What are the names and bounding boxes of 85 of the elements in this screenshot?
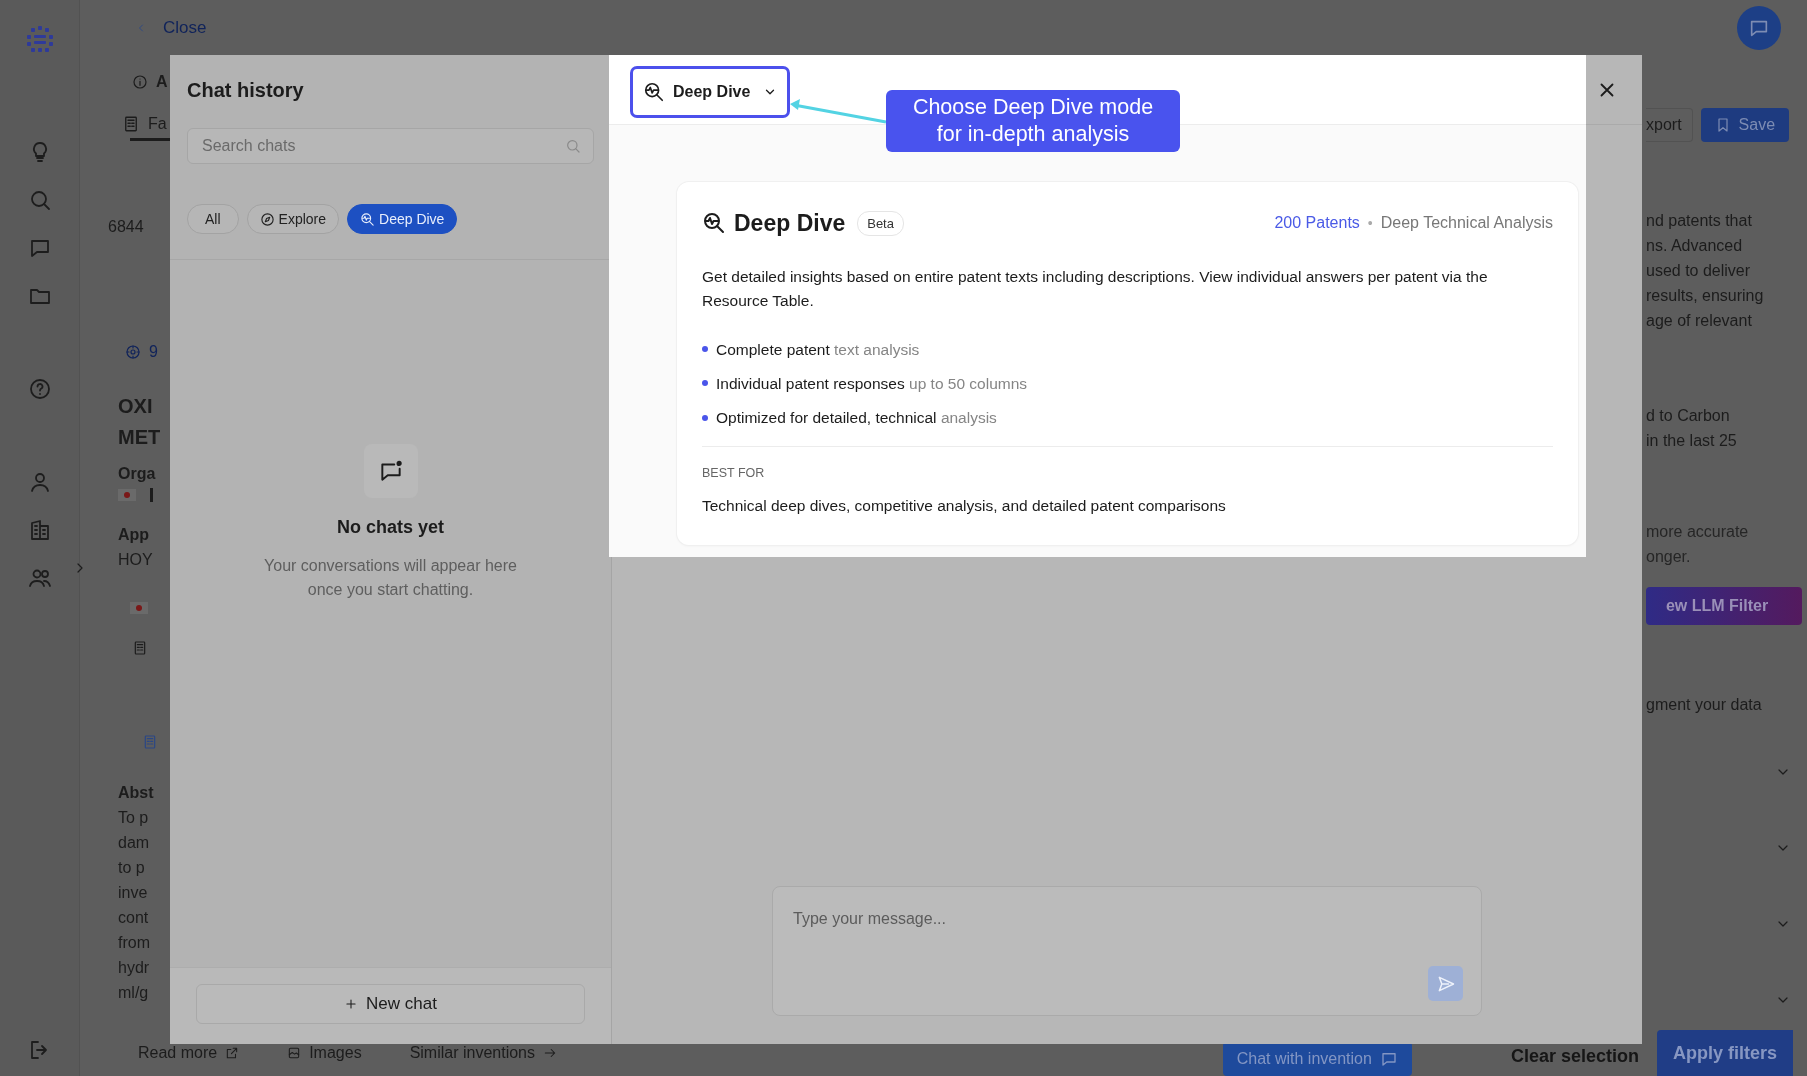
result-number: 9	[149, 342, 158, 362]
beta-tag: Beta	[857, 210, 904, 236]
logo-icon[interactable]	[24, 24, 55, 54]
flag-icon	[130, 602, 148, 614]
field-value: HOY	[118, 550, 153, 570]
close-link[interactable]: Close	[135, 14, 207, 41]
clear-selection-button[interactable]: Clear selection	[1504, 1043, 1645, 1069]
deep-dive-icon	[643, 81, 665, 103]
description-line: results, ensuring	[1646, 286, 1765, 306]
message-field[interactable]: Type your message...	[772, 886, 1482, 1016]
document-icon	[132, 640, 148, 656]
help-icon[interactable]	[27, 377, 52, 401]
feature-text: Optimized for detailed, technical analysis	[716, 408, 997, 428]
bullet-dot	[702, 414, 708, 421]
document-icon	[122, 114, 140, 133]
target-icon	[125, 343, 141, 360]
export-button[interactable]: xport	[1646, 108, 1693, 142]
panel-title: Chat history	[187, 78, 305, 103]
feature-text: Complete patent text analysis	[716, 339, 920, 360]
filter-chip[interactable]: All	[187, 204, 239, 234]
search-icon	[565, 138, 581, 154]
card-description: Get detailed insights based on entire patent texts including descriptions. View individual answers per patent via the Resource Table.	[702, 266, 1489, 311]
empty-message: Your conversations will appear here once you start chatting.	[263, 556, 518, 600]
abstract-line: To p	[118, 808, 149, 828]
apply-filters-button[interactable]: Apply filters	[1656, 1030, 1793, 1076]
card-title: Deep Dive	[734, 209, 846, 238]
description-line: used to deliver	[1646, 261, 1752, 281]
augment-text: gment your data	[1646, 695, 1763, 715]
abstract-line: ml/g	[118, 983, 149, 1003]
description-line: age of relevant	[1646, 311, 1753, 331]
separator: •	[1367, 213, 1373, 233]
title-text: MET	[118, 425, 161, 450]
patent-count: 200 Patents	[1274, 213, 1360, 234]
abstract-line: to p	[118, 858, 145, 878]
save-button[interactable]: Save	[1700, 108, 1790, 142]
field-label: Abst	[118, 783, 154, 803]
bullet-dot	[702, 380, 708, 387]
abstract-line: dam	[118, 833, 150, 853]
info-icon	[132, 73, 148, 90]
abstract-line: inve	[118, 883, 148, 903]
chat-button[interactable]	[1737, 5, 1781, 50]
external-link-icon	[225, 1046, 240, 1060]
read-more-link[interactable]: Read more	[138, 1041, 240, 1065]
tab-label[interactable]: Fa	[148, 111, 167, 136]
hint-line: more accurate	[1646, 522, 1750, 542]
section-label: BEST FOR	[702, 465, 766, 483]
search-field[interactable]: Search chats	[187, 128, 594, 164]
empty-title: No chats yet	[336, 516, 444, 539]
bullet-dot	[702, 346, 708, 353]
search-input[interactable]: Search chats	[200, 133, 565, 159]
abstract-line: hydr	[118, 958, 150, 978]
image-icon	[287, 1046, 302, 1060]
query-line: d to Carbon	[1646, 406, 1731, 426]
abstract-line: cont	[118, 908, 149, 928]
callout-label: Choose Deep Dive mode for in-depth analysis	[886, 90, 1180, 152]
arrow-right-icon	[543, 1046, 557, 1060]
description-line: nd patents that	[1646, 211, 1753, 231]
feature-text: Individual patent responses up to 50 columns	[716, 373, 1028, 394]
similar-inventions-link[interactable]: Similar inventions	[409, 1041, 557, 1065]
flag-icon	[118, 489, 136, 501]
compass-icon	[259, 211, 275, 227]
new-chat-button[interactable]: New chat	[196, 984, 585, 1024]
title-text: OXI	[118, 394, 153, 419]
description-line: ns. Advanced	[1646, 236, 1744, 256]
images-link[interactable]: Images	[287, 1041, 362, 1065]
plus-icon	[344, 997, 359, 1011]
send-button[interactable]	[1428, 966, 1463, 1001]
deep-dive-icon	[360, 211, 376, 227]
result-count: 6844	[108, 217, 144, 237]
chat-icon	[1379, 1050, 1398, 1068]
message-input[interactable]: Type your message...	[791, 905, 1463, 945]
filter-chip[interactable]: Explore	[246, 204, 340, 234]
filter-chip[interactable]: Deep Dive	[347, 204, 458, 234]
field-label: App	[118, 525, 150, 545]
document-icon	[142, 734, 158, 750]
best-for-text: Technical deep dives, competitive analysis, and detailed patent comparisons	[702, 496, 1227, 516]
query-line: in the last 25	[1646, 431, 1738, 451]
analysis-type: Deep Technical Analysis	[1380, 213, 1553, 234]
llm-filter-button[interactable]: ew LLM Filter	[1646, 587, 1802, 625]
deep-dive-icon	[702, 211, 726, 236]
field-label: Orga	[118, 464, 156, 484]
info-label: A	[156, 72, 168, 92]
chat-with-invention-button[interactable]: Chat with invention	[1222, 1042, 1412, 1076]
abstract-line: from	[118, 933, 150, 953]
mode-dropdown[interactable]: Deep Dive	[630, 66, 790, 118]
